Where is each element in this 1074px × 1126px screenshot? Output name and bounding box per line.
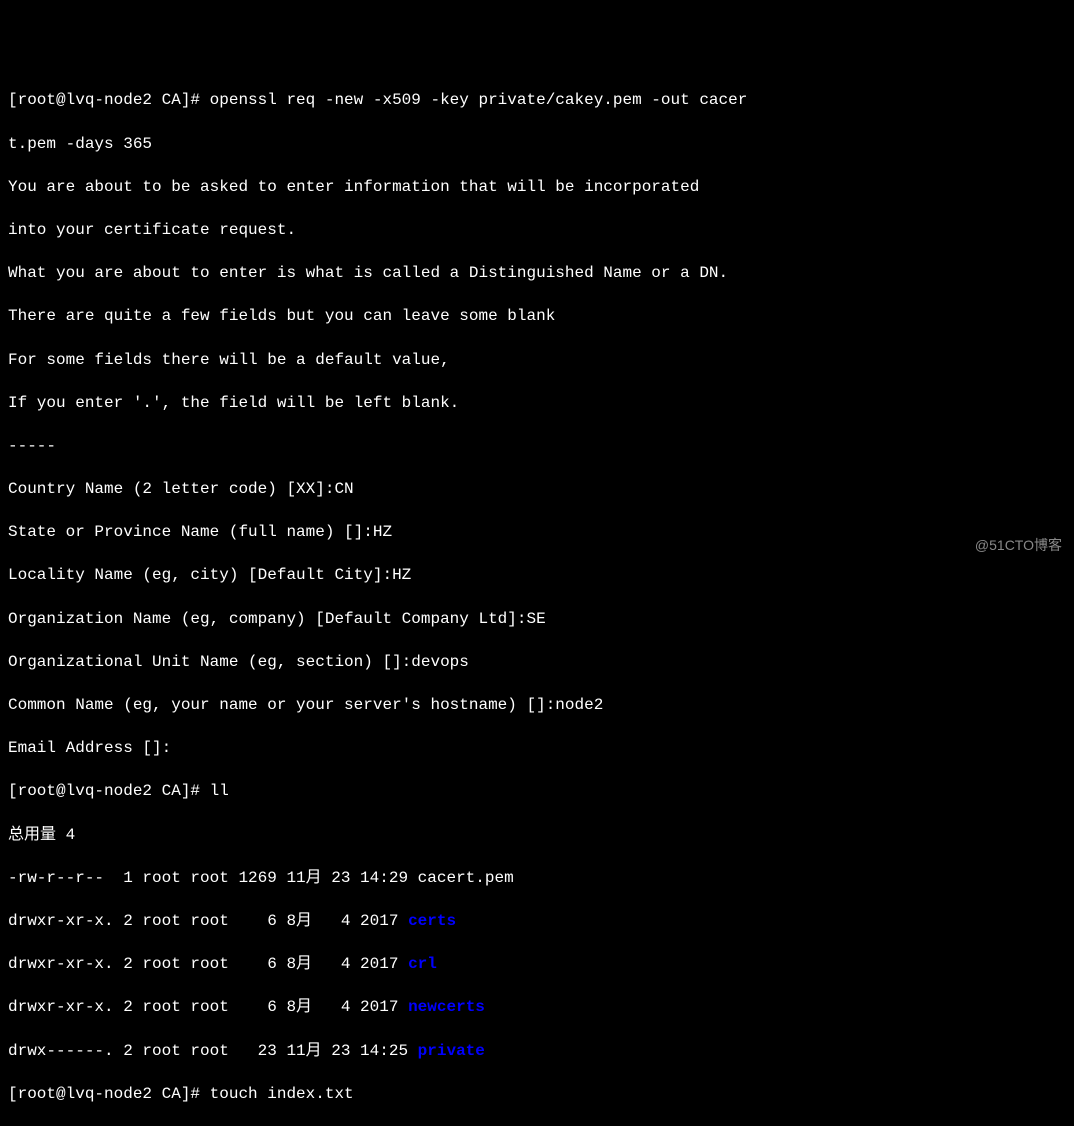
- dir-private-meta: drwx------. 2 root root 23 11月 23 14:25: [8, 1042, 418, 1060]
- dir-crl-row: drwxr-xr-x. 2 root root 6 8月 4 2017 crl: [8, 954, 1066, 976]
- watermark-text: @51CTO博客: [975, 536, 1062, 555]
- output-info-5: For some fields there will be a default …: [8, 350, 1066, 372]
- dir-newcerts-name: newcerts: [408, 998, 485, 1016]
- dir-certs-name: certs: [408, 912, 456, 930]
- prompt-country: Country Name (2 letter code) [XX]:CN: [8, 479, 1066, 501]
- output-info-3: What you are about to enter is what is c…: [8, 263, 1066, 285]
- prompt-state: State or Province Name (full name) []:HZ: [8, 522, 1066, 544]
- output-total: 总用量 4: [8, 825, 1066, 847]
- dir-certs-meta: drwxr-xr-x. 2 root root 6 8月 4 2017: [8, 912, 408, 930]
- output-info-1: You are about to be asked to enter infor…: [8, 177, 1066, 199]
- output-info-6: If you enter '.', the field will be left…: [8, 393, 1066, 415]
- dir-newcerts-meta: drwxr-xr-x. 2 root root 6 8月 4 2017: [8, 998, 408, 1016]
- output-info-2: into your certificate request.: [8, 220, 1066, 242]
- dir-private-name: private: [418, 1042, 485, 1060]
- file-cacert: -rw-r--r-- 1 root root 1269 11月 23 14:29…: [8, 868, 1066, 890]
- cmd-touch: [root@lvq-node2 CA]# touch index.txt: [8, 1084, 1066, 1106]
- prompt-common-name: Common Name (eg, your name or your serve…: [8, 695, 1066, 717]
- prompt-org-unit: Organizational Unit Name (eg, section) […: [8, 652, 1066, 674]
- dir-certs-row: drwxr-xr-x. 2 root root 6 8月 4 2017 cert…: [8, 911, 1066, 933]
- cmd-ll: [root@lvq-node2 CA]# ll: [8, 781, 1066, 803]
- output-separator: -----: [8, 436, 1066, 458]
- cmd-openssl-line1: [root@lvq-node2 CA]# openssl req -new -x…: [8, 90, 1066, 112]
- dir-crl-meta: drwxr-xr-x. 2 root root 6 8月 4 2017: [8, 955, 408, 973]
- dir-newcerts-row: drwxr-xr-x. 2 root root 6 8月 4 2017 newc…: [8, 997, 1066, 1019]
- output-info-4: There are quite a few fields but you can…: [8, 306, 1066, 328]
- cmd-openssl-line2: t.pem -days 365: [8, 134, 1066, 156]
- prompt-organization: Organization Name (eg, company) [Default…: [8, 609, 1066, 631]
- prompt-locality: Locality Name (eg, city) [Default City]:…: [8, 565, 1066, 587]
- prompt-email: Email Address []:: [8, 738, 1066, 760]
- dir-private-row: drwx------. 2 root root 23 11月 23 14:25 …: [8, 1041, 1066, 1063]
- dir-crl-name: crl: [408, 955, 437, 973]
